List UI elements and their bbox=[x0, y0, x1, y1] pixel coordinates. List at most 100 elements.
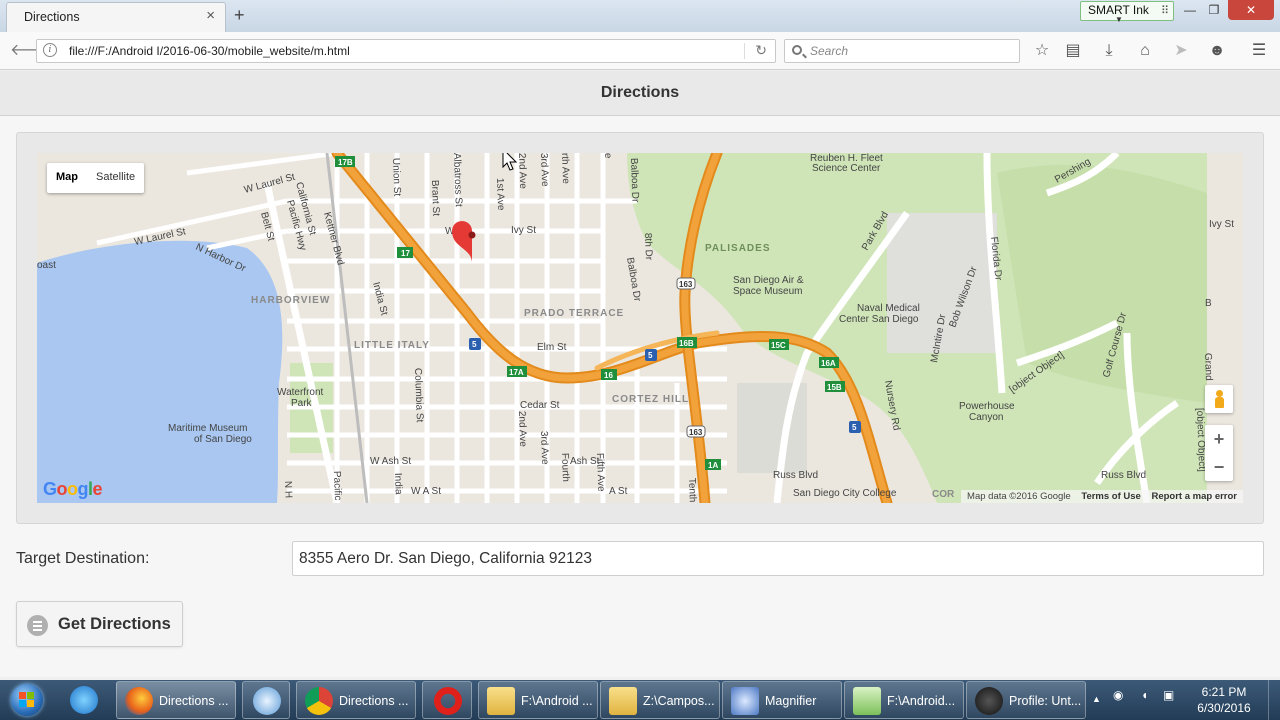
shield-5b: 5 bbox=[648, 351, 653, 360]
browser-tab-bar: Directions × + SMART Ink ⠿ ▼ — ❐ ✕ bbox=[0, 0, 1280, 32]
google-logo-letter: G bbox=[43, 479, 57, 499]
search-icon bbox=[792, 45, 802, 55]
taskbar-label: Profile: Unt... bbox=[1009, 694, 1082, 708]
label-3rd-ave-2: 3rd Ave bbox=[538, 431, 550, 466]
shield-5: 5 bbox=[472, 340, 477, 349]
taskbar-firefox[interactable]: Directions ... bbox=[116, 681, 236, 719]
search-box[interactable]: Search bbox=[784, 39, 1020, 63]
label-columbia-st: Columbia St bbox=[412, 368, 425, 423]
url-bar[interactable]: i file:///F:/Android I/2016-06-30/mobile… bbox=[36, 39, 776, 63]
maximize-button[interactable]: ❐ bbox=[1202, 0, 1226, 20]
label-powerhouse-1: Powerhouse bbox=[959, 401, 1015, 412]
tray-expand-icon[interactable]: ▲ bbox=[1092, 694, 1101, 704]
label-8th-dr: 8th Dr bbox=[642, 233, 654, 261]
folder-icon bbox=[609, 687, 637, 715]
map-type-map-button[interactable]: Map bbox=[47, 163, 87, 193]
taskbar-obs[interactable]: Profile: Unt... bbox=[966, 681, 1086, 719]
system-clock[interactable]: 6:21 PM 6/30/2016 bbox=[1188, 684, 1260, 716]
reload-icon[interactable]: ↻ bbox=[755, 42, 767, 59]
label-elm-st: Elm St bbox=[537, 342, 567, 353]
label-palisades: PALISADES bbox=[705, 243, 771, 254]
shield-16a: 16A bbox=[821, 359, 836, 368]
zoom-out-button[interactable]: − bbox=[1205, 453, 1233, 481]
taskbar-safari[interactable] bbox=[242, 681, 290, 719]
taskbar-label: Directions ... bbox=[159, 694, 229, 708]
label-4th-ave: rth Ave bbox=[559, 153, 571, 184]
page-title: Directions bbox=[600, 84, 680, 101]
taskbar-opera[interactable] bbox=[422, 681, 472, 719]
site-info-icon[interactable]: i bbox=[43, 43, 57, 57]
get-directions-button[interactable]: Get Directions bbox=[16, 601, 183, 647]
grip-icon: ⠿ bbox=[1160, 5, 1169, 17]
map-data-credit: Map data ©2016 Google bbox=[967, 491, 1071, 502]
taskbar-notepad[interactable]: F:\Android... bbox=[844, 681, 964, 719]
bookmark-star-icon[interactable]: ☆ bbox=[1031, 40, 1053, 62]
taskbar-explorer-1[interactable]: F:\Android ... bbox=[478, 681, 598, 719]
show-desktop-button[interactable] bbox=[1268, 680, 1280, 720]
back-button[interactable]: 🡐 bbox=[10, 40, 53, 62]
label-tenth: Tenth bbox=[686, 478, 698, 503]
reading-list-icon[interactable]: ▤ bbox=[1062, 40, 1084, 62]
taskbar-magnifier[interactable]: Magnifier bbox=[722, 681, 842, 719]
url-text[interactable]: file:///F:/Android I/2016-06-30/mobile_w… bbox=[69, 44, 350, 58]
windows-taskbar: Directions ... Directions ... F:\Android… bbox=[0, 680, 1280, 720]
shield-15c: 15C bbox=[771, 341, 786, 350]
volume-tray-icon[interactable]: ◖ bbox=[1141, 688, 1148, 702]
destination-input[interactable] bbox=[292, 541, 1264, 576]
smart-ink-widget[interactable]: SMART Ink ⠿ ▼ bbox=[1080, 1, 1174, 24]
network-tray-icon[interactable]: ◉ bbox=[1113, 688, 1123, 702]
pocket-icon[interactable]: ☻ bbox=[1206, 40, 1228, 62]
taskbar-explorer-2[interactable]: Z:\Campos... bbox=[600, 681, 720, 719]
obs-icon bbox=[975, 687, 1003, 715]
shield-5c: 5 bbox=[852, 423, 857, 432]
taskbar-ie[interactable] bbox=[60, 681, 110, 719]
downloads-icon[interactable]: ⤓ bbox=[1098, 40, 1120, 62]
shield-17a: 17A bbox=[509, 368, 524, 377]
map-attribution: Map data ©2016 Google Terms of Use Repor… bbox=[961, 490, 1243, 503]
tab-directions[interactable]: Directions × bbox=[6, 2, 226, 32]
google-logo[interactable]: Google bbox=[43, 479, 103, 500]
zoom-in-button[interactable]: + bbox=[1205, 425, 1233, 453]
label-maritime-2: of San Diego bbox=[194, 434, 252, 445]
bay-water bbox=[37, 240, 283, 503]
map-canvas[interactable]: 17B 17 5 17A 16 5 16B 15C 16A 15B 163 16… bbox=[37, 153, 1243, 503]
shield-163: 163 bbox=[679, 280, 693, 289]
tab-close-icon[interactable]: × bbox=[206, 8, 215, 24]
report-map-error-link[interactable]: Report a map error bbox=[1151, 491, 1237, 502]
shield-15b: 15B bbox=[827, 383, 842, 392]
map-type-satellite-button[interactable]: Satellite bbox=[87, 163, 144, 193]
street-view-pegman-icon[interactable] bbox=[1205, 385, 1233, 413]
label-ivy-st: Ivy St bbox=[511, 225, 536, 236]
close-window-button[interactable]: ✕ bbox=[1228, 0, 1274, 20]
label-fifth-ave: Fifth Ave bbox=[594, 453, 606, 493]
label-a-st: A St bbox=[609, 486, 628, 497]
windows-flag-icon bbox=[19, 692, 35, 708]
google-logo-letter: o bbox=[56, 479, 68, 499]
google-map[interactable]: 17B 17 5 17A 16 5 16B 15C 16A 15B 163 16… bbox=[37, 153, 1243, 503]
folder-icon bbox=[487, 687, 515, 715]
taskbar-chrome[interactable]: Directions ... bbox=[296, 681, 416, 719]
taskbar-label: F:\Android ... bbox=[521, 694, 593, 708]
menu-icon[interactable]: ☰ bbox=[1248, 40, 1270, 62]
label-science-center: Science Center bbox=[812, 163, 881, 174]
clock-date: 6/30/2016 bbox=[1197, 701, 1251, 715]
map-card: 17B 17 5 17A 16 5 16B 15C 16A 15B 163 16… bbox=[16, 132, 1264, 524]
label-2nd-ave: 2nd Ave bbox=[516, 153, 528, 189]
shield-17b: 17B bbox=[338, 158, 353, 167]
start-button[interactable] bbox=[2, 681, 54, 719]
new-tab-button[interactable]: + bbox=[234, 5, 245, 26]
minimize-button[interactable]: — bbox=[1178, 0, 1202, 20]
label-air-museum-1: San Diego Air & bbox=[733, 275, 804, 286]
shield-163b: 163 bbox=[689, 428, 703, 437]
home-icon[interactable]: ⌂ bbox=[1134, 40, 1156, 62]
map-type-control: Map Satellite bbox=[47, 163, 145, 193]
label-cedar-st: Cedar St bbox=[520, 400, 560, 411]
label-1st-ave: 1st Ave bbox=[494, 178, 506, 211]
terms-of-use-link[interactable]: Terms of Use bbox=[1081, 491, 1140, 502]
chrome-icon bbox=[305, 687, 333, 715]
display-tray-icon[interactable]: ▣ bbox=[1163, 688, 1174, 702]
label-little-italy: LITTLE ITALY bbox=[354, 340, 430, 351]
send-tab-icon[interactable]: ➤ bbox=[1170, 40, 1192, 62]
opera-icon bbox=[434, 687, 462, 715]
label-grand: Grand bbox=[1202, 353, 1214, 381]
